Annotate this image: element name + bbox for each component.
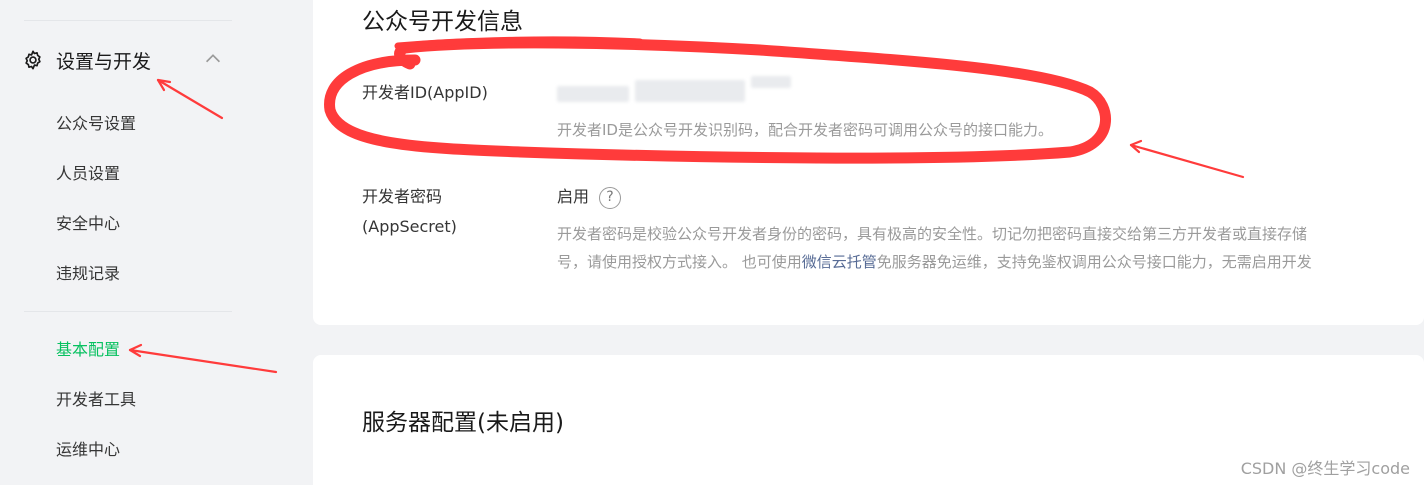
sidebar-item-staff-settings[interactable]: 人员设置: [56, 162, 120, 186]
appsecret-status-text: 启用: [557, 187, 590, 206]
sidebar-item-account-settings[interactable]: 公众号设置: [56, 112, 136, 136]
sidebar-group-settings-dev[interactable]: 设置与开发: [22, 44, 232, 76]
sidebar: 设置与开发 公众号设置 人员设置 安全中心 违规记录 基本配置 开发者工具 运维…: [0, 0, 300, 485]
appid-value-redacted: [557, 74, 817, 104]
chevron-up-icon[interactable]: [202, 48, 224, 70]
appsecret-description-line2: 号，请使用授权方式接入。 也可使用微信云托管免服务器免运维，支持免鉴权调用公众号…: [557, 248, 1424, 276]
appsecret-description-text-b: 免服务器免运维，支持免鉴权调用公众号接口能力，无需启用开发: [876, 253, 1312, 271]
appid-description: 开发者ID是公众号开发识别码，配合开发者密码可调用公众号的接口能力。: [557, 121, 1053, 139]
appsecret-description-line1: 开发者密码是校验公众号开发者身份的密码，具有极高的安全性。切记勿把密码直接交给第…: [557, 225, 1308, 243]
appsecret-label: 开发者密码(AppSecret): [362, 187, 457, 236]
watermark: CSDN @终生学习code: [1240, 459, 1410, 478]
sidebar-group-label: 设置与开发: [56, 50, 152, 73]
dev-info-card: [313, 0, 1424, 325]
sidebar-item-basic-config[interactable]: 基本配置: [56, 338, 120, 362]
appsecret-description-text-a: 号，请使用授权方式接入。 也可使用: [557, 253, 802, 271]
dev-info-title: 公众号开发信息: [362, 9, 523, 35]
appid-label: 开发者ID(AppID): [362, 83, 488, 102]
sidebar-item-developer-tools[interactable]: 开发者工具: [56, 388, 136, 412]
sidebar-item-ops-center[interactable]: 运维中心: [56, 438, 120, 462]
sidebar-item-violation-records[interactable]: 违规记录: [56, 262, 120, 286]
wechat-cloud-hosting-link[interactable]: 微信云托管: [802, 253, 877, 271]
sidebar-divider: [24, 311, 232, 312]
sidebar-divider: [24, 20, 232, 21]
server-config-title: 服务器配置(未启用): [362, 410, 564, 436]
help-icon[interactable]: ?: [599, 186, 622, 209]
gear-icon: [22, 49, 44, 71]
appsecret-status: 启用?: [557, 183, 622, 209]
sidebar-item-security-center[interactable]: 安全中心: [56, 212, 120, 236]
